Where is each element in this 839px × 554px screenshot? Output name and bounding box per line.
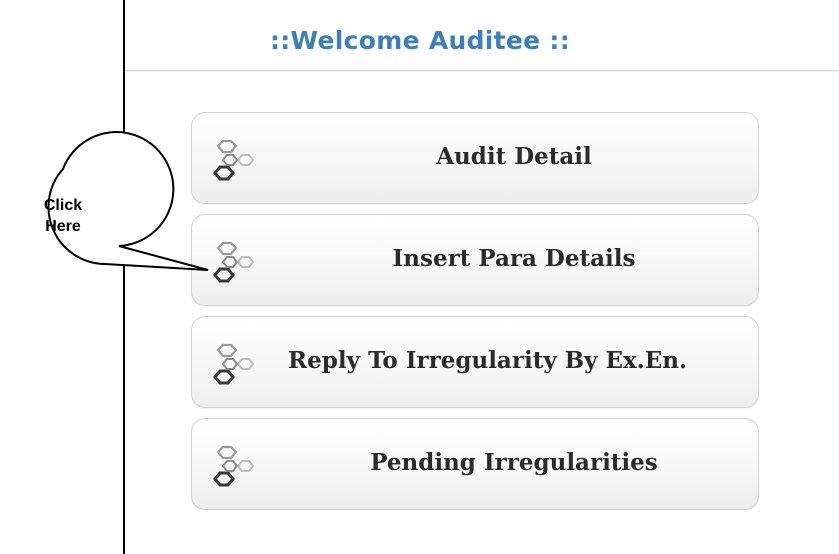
insert-para-details-button[interactable]: Insert Para Details <box>191 214 759 306</box>
screen: ::Welcome Auditee :: Audit Detail Insert… <box>0 0 839 554</box>
hexagon-cluster-icon <box>213 445 255 487</box>
audit-detail-label: Audit Detail <box>436 143 592 170</box>
callout-line-1: Click <box>43 197 83 214</box>
callout-line-2: Here <box>45 218 81 235</box>
pending-irregularities-button[interactable]: Pending Irregularities <box>191 418 759 510</box>
callout-text: Click Here <box>18 195 108 237</box>
hexagon-cluster-icon <box>213 139 255 181</box>
hexagon-cluster-icon <box>213 343 255 385</box>
audit-detail-button[interactable]: Audit Detail <box>191 112 759 204</box>
welcome-panel: ::Welcome Auditee :: Audit Detail Insert… <box>125 0 839 554</box>
panel-header: ::Welcome Auditee :: <box>125 0 839 71</box>
reply-to-irregularity-button[interactable]: Reply To Irregularity By Ex.En. <box>191 316 759 408</box>
reply-to-irregularity-label: Reply To Irregularity By Ex.En. <box>288 347 688 374</box>
pending-irregularities-label: Pending Irregularities <box>370 449 658 476</box>
insert-para-details-label: Insert Para Details <box>392 245 636 272</box>
page-title: ::Welcome Auditee :: <box>269 26 571 55</box>
hexagon-cluster-icon <box>213 241 255 283</box>
